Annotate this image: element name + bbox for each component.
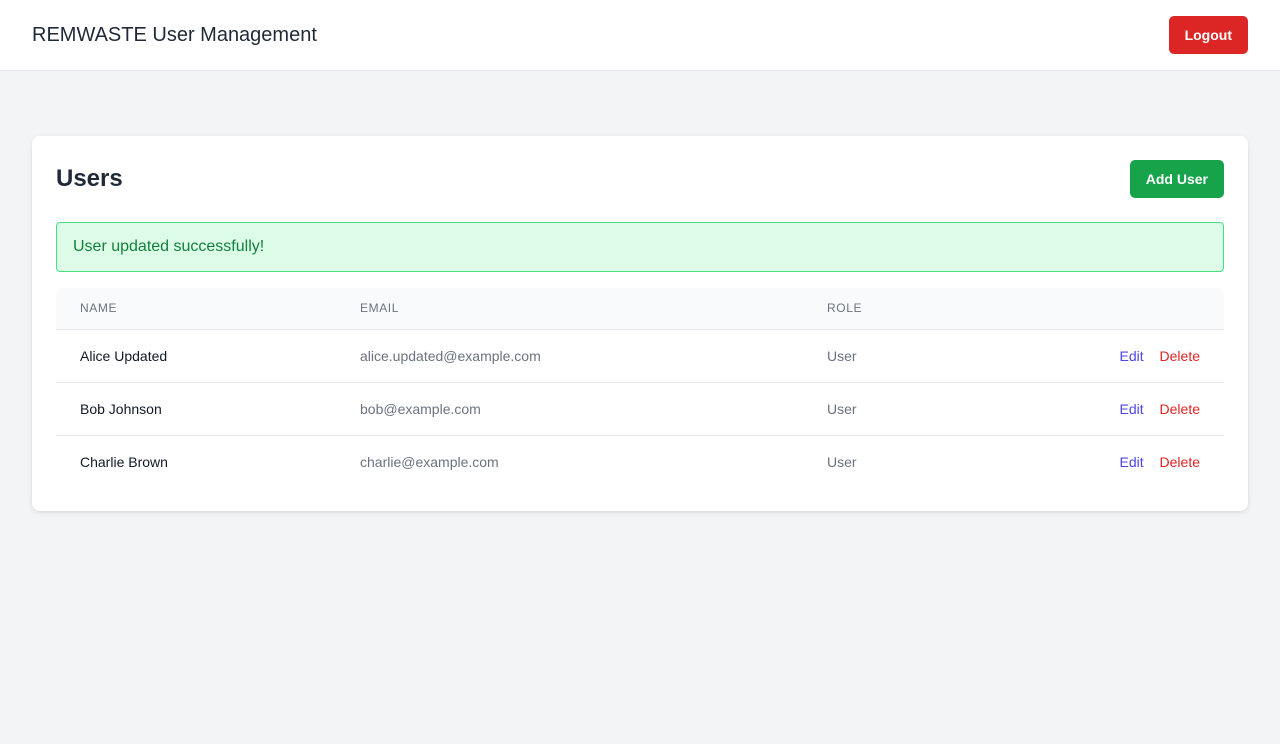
app-title: REMWASTE User Management <box>32 23 317 46</box>
user-name: Charlie Brown <box>80 453 168 470</box>
edit-user-link[interactable]: Edit <box>1120 454 1144 470</box>
success-alert: User updated successfully! <box>56 222 1224 272</box>
column-header-email: Email <box>360 301 400 316</box>
table-row: Charlie Brown charlie@example.com User E… <box>56 435 1224 488</box>
user-role: User <box>827 347 857 364</box>
user-email: bob@example.com <box>360 400 481 417</box>
main-content: Users Add User User updated successfully… <box>0 71 1280 511</box>
add-user-button[interactable]: Add User <box>1129 160 1224 198</box>
users-table: Name Email Role Alice Updated alice.upda… <box>56 288 1224 488</box>
user-email: charlie@example.com <box>360 453 499 470</box>
table-header-row: Name Email Role <box>56 288 1224 329</box>
column-header-name: Name <box>80 301 118 316</box>
column-header-role: Role <box>827 301 863 316</box>
user-name: Bob Johnson <box>80 400 162 417</box>
row-actions: Edit Delete <box>968 329 1224 382</box>
table-row: Alice Updated alice.updated@example.com … <box>56 329 1224 382</box>
logout-button[interactable]: Logout <box>1168 16 1248 54</box>
user-role: User <box>827 453 857 470</box>
delete-user-link[interactable]: Delete <box>1160 454 1200 470</box>
page-title: Users <box>56 165 123 192</box>
edit-user-link[interactable]: Edit <box>1120 401 1144 417</box>
user-email: alice.updated@example.com <box>360 347 541 364</box>
user-role: User <box>827 400 857 417</box>
users-card: Users Add User User updated successfully… <box>32 136 1248 511</box>
edit-user-link[interactable]: Edit <box>1120 348 1144 364</box>
top-navbar: REMWASTE User Management Logout <box>0 0 1280 71</box>
table-row: Bob Johnson bob@example.com User Edit De… <box>56 382 1224 435</box>
column-header-actions <box>968 288 1224 329</box>
delete-user-link[interactable]: Delete <box>1160 401 1200 417</box>
delete-user-link[interactable]: Delete <box>1160 348 1200 364</box>
success-alert-message: User updated successfully! <box>73 238 265 255</box>
row-actions: Edit Delete <box>968 435 1224 488</box>
row-actions: Edit Delete <box>968 382 1224 435</box>
user-name: Alice Updated <box>80 347 168 364</box>
card-header: Users Add User <box>56 160 1224 198</box>
